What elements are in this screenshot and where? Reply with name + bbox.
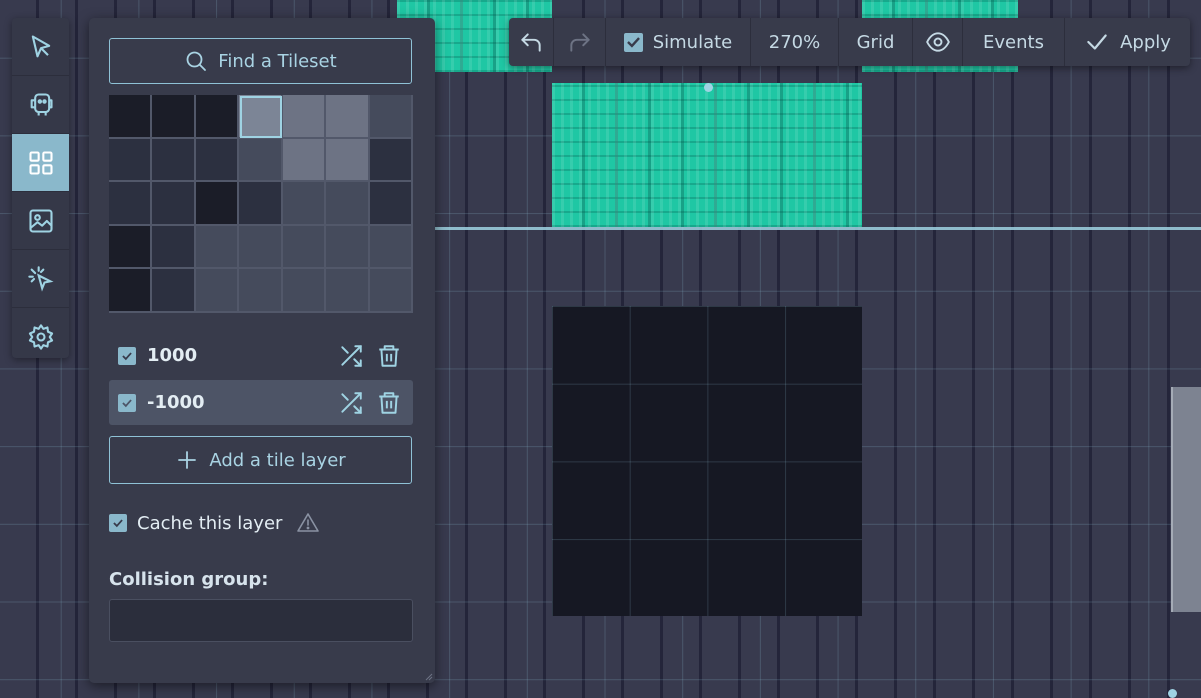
plus-icon bbox=[178, 451, 197, 469]
check-icon bbox=[1087, 34, 1107, 50]
undo-icon bbox=[521, 33, 541, 52]
empty-tile-region bbox=[552, 306, 862, 616]
add-tile-layer-label: Add a tile layer bbox=[209, 449, 346, 471]
cursor-click-icon bbox=[27, 265, 54, 292]
tool-rail bbox=[12, 18, 69, 358]
cache-layer-label[interactable]: Cache this layer bbox=[137, 513, 282, 534]
tiles-tool[interactable] bbox=[12, 134, 69, 192]
layer-visible-checkbox[interactable] bbox=[118, 346, 136, 365]
undo-button[interactable] bbox=[509, 18, 554, 66]
find-tileset-button[interactable]: Find a Tileset bbox=[109, 38, 412, 84]
shuffle-icon[interactable] bbox=[338, 390, 364, 416]
apply-button[interactable]: Apply bbox=[1065, 18, 1190, 66]
grid-label: Grid bbox=[856, 31, 895, 53]
effects-tool[interactable] bbox=[12, 250, 69, 308]
image-icon bbox=[28, 208, 53, 233]
redo-button[interactable] bbox=[554, 18, 606, 66]
simulate-label: Simulate bbox=[652, 31, 733, 53]
selected-tile[interactable] bbox=[239, 95, 283, 139]
editor-toolbar: Simulate 270% Grid Events Apply bbox=[509, 18, 1190, 66]
corner-handle[interactable] bbox=[1168, 689, 1177, 698]
warning-icon[interactable] bbox=[296, 511, 320, 535]
layer-name[interactable]: 1000 bbox=[147, 345, 326, 366]
find-tileset-label: Find a Tileset bbox=[218, 50, 337, 72]
room-boundary-line bbox=[435, 227, 1201, 230]
tile-green-main bbox=[552, 83, 862, 227]
layer-row[interactable]: 1000 bbox=[109, 333, 413, 378]
copy-icon bbox=[30, 92, 53, 115]
add-tile-layer-button[interactable]: Add a tile layer bbox=[109, 436, 412, 484]
trash-icon[interactable] bbox=[376, 390, 402, 416]
cache-layer-checkbox[interactable] bbox=[109, 514, 127, 532]
entities-tool[interactable] bbox=[12, 76, 69, 134]
tileset-preview[interactable] bbox=[109, 95, 413, 313]
zoom-button[interactable]: 270% bbox=[751, 18, 839, 66]
layer-visible-checkbox[interactable] bbox=[118, 393, 136, 412]
search-icon bbox=[186, 51, 207, 71]
backgrounds-tool[interactable] bbox=[12, 192, 69, 250]
cache-layer-row: Cache this layer bbox=[109, 511, 320, 535]
settings-tool[interactable] bbox=[12, 308, 69, 365]
simulate-checkbox[interactable] bbox=[623, 32, 643, 52]
trash-icon[interactable] bbox=[376, 343, 402, 369]
collision-group-input[interactable] bbox=[109, 599, 413, 642]
redo-icon bbox=[569, 33, 590, 52]
origin-handle[interactable] bbox=[704, 83, 713, 92]
grid-icon bbox=[28, 150, 53, 175]
shuffle-icon[interactable] bbox=[338, 343, 364, 369]
layer-name[interactable]: -1000 bbox=[147, 392, 326, 413]
resize-grip-icon[interactable] bbox=[423, 671, 433, 681]
gear-icon bbox=[28, 323, 53, 350]
collision-group-label: Collision group: bbox=[109, 569, 269, 590]
apply-label: Apply bbox=[1120, 31, 1171, 53]
simulate-toggle[interactable]: Simulate bbox=[606, 18, 751, 66]
cursor-icon bbox=[31, 34, 50, 57]
layer-row-selected[interactable]: -1000 bbox=[109, 380, 413, 425]
zoom-label: 270% bbox=[768, 31, 821, 53]
grid-button[interactable]: Grid bbox=[839, 18, 913, 66]
visibility-button[interactable] bbox=[913, 18, 963, 66]
select-tool[interactable] bbox=[12, 18, 69, 76]
events-label: Events bbox=[983, 31, 1044, 53]
scrollbar-strip[interactable] bbox=[1171, 387, 1201, 612]
eye-icon bbox=[925, 32, 950, 52]
tile-layers-panel: Find a Tileset 1000 -1000 Add a tile lay… bbox=[89, 18, 435, 683]
events-button[interactable]: Events bbox=[963, 18, 1065, 66]
